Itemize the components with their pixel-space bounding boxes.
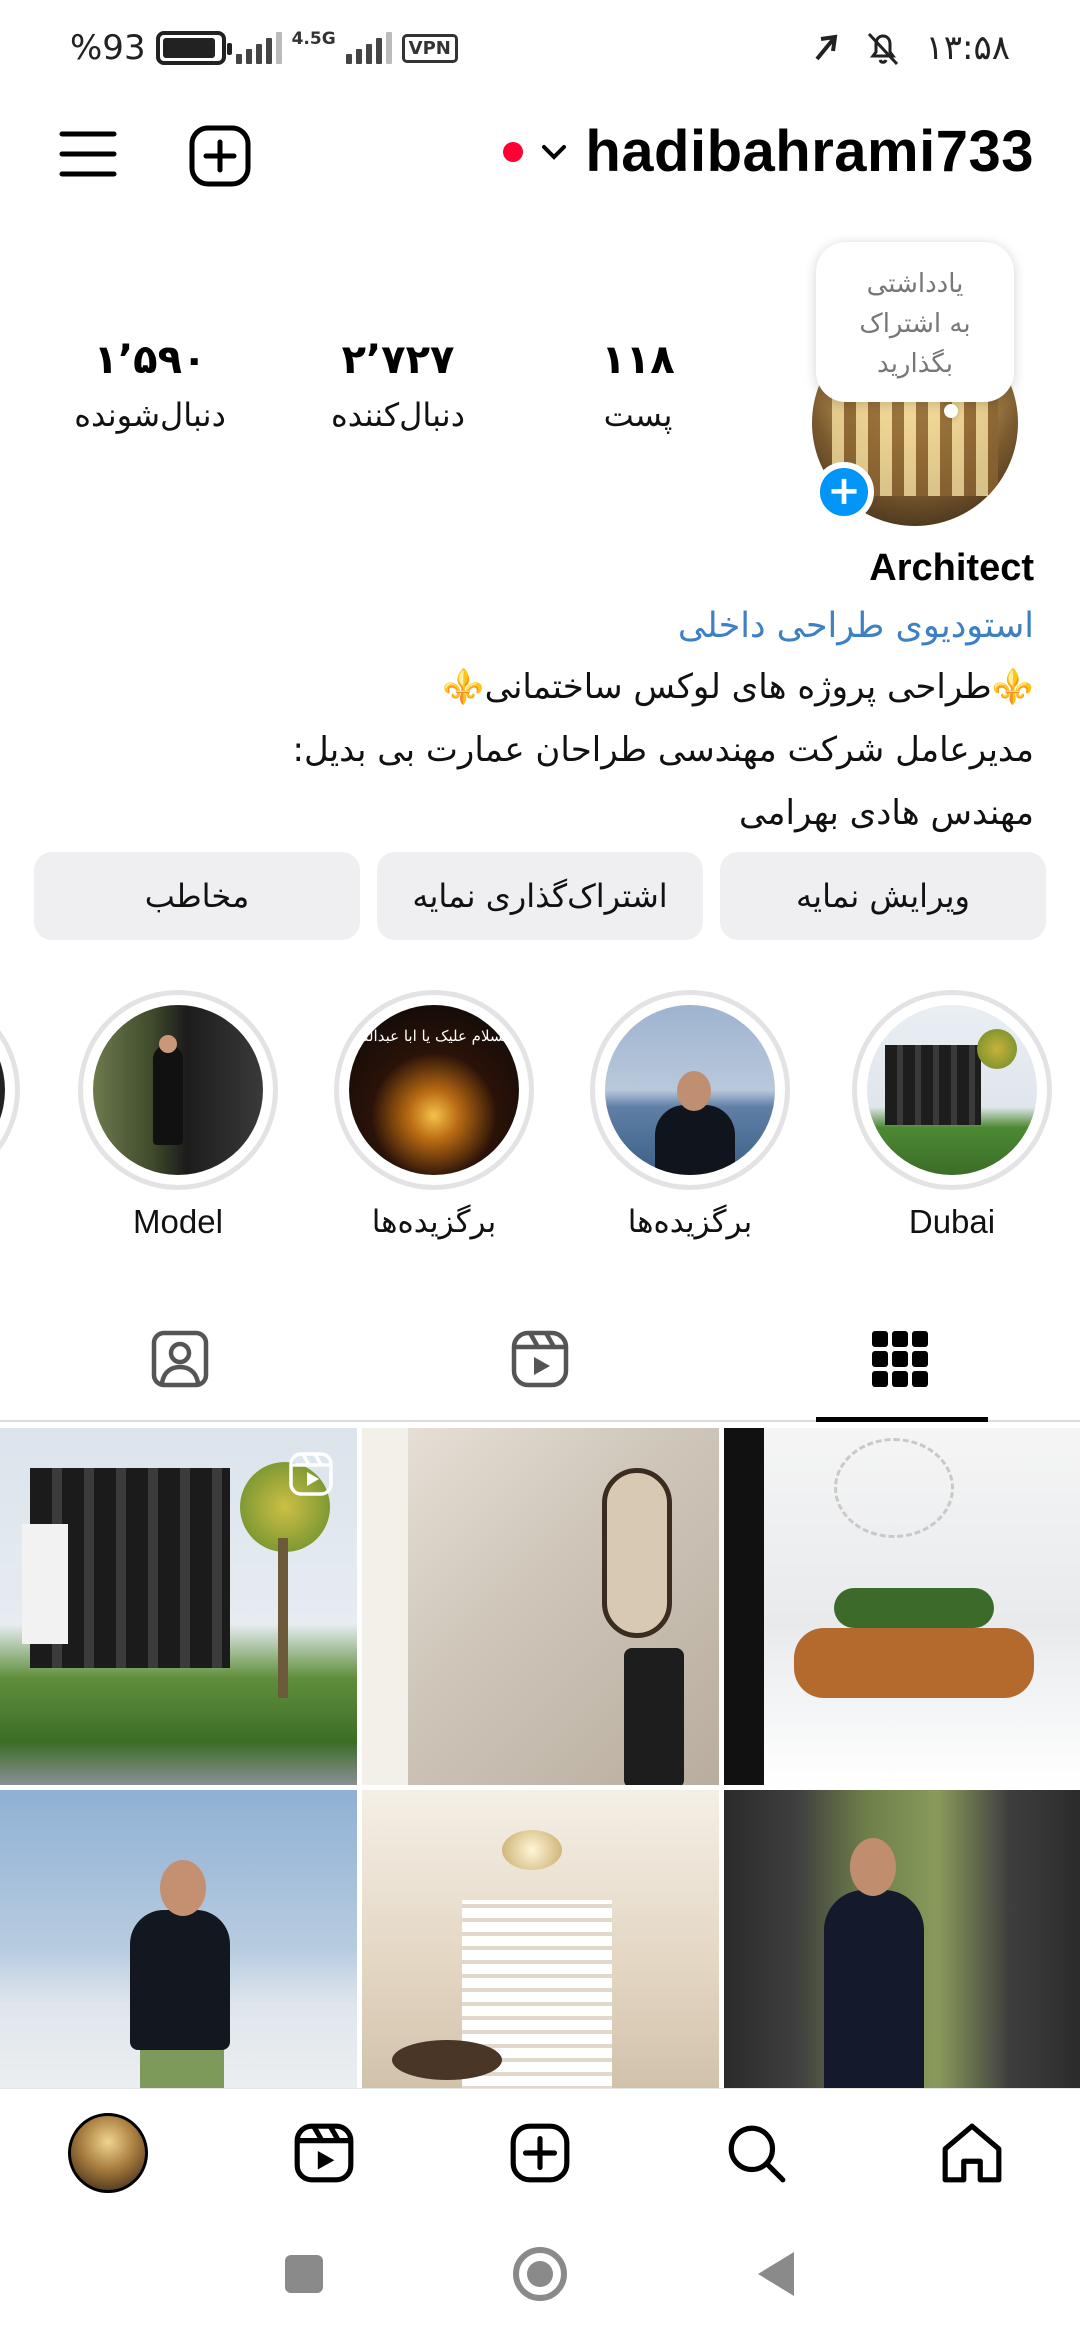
post-thumbnail[interactable] [362, 1790, 719, 2088]
status-right: ۱۳:۵۸ [811, 26, 1010, 70]
battery-percent: %93 [70, 28, 146, 68]
search-icon [728, 2125, 786, 2183]
note-line: بگذارید [877, 349, 953, 379]
profile-bio: Architect استودیوی طراحی داخلی ⚜️طراحی پ… [34, 540, 1035, 845]
profile-avatar-icon [68, 2113, 148, 2193]
nav-home[interactable] [930, 2111, 1014, 2195]
posts-label: پست [603, 396, 673, 434]
tagged-person-icon [151, 1330, 209, 1388]
story-highlights: Model السلام علیک یا ابا عبدالله برگزیده… [0, 990, 1080, 1260]
system-navigation [0, 2212, 1080, 2340]
highlight-image [93, 1005, 263, 1175]
profile-name: Architect [869, 547, 1034, 589]
nav-create[interactable] [498, 2111, 582, 2195]
battery-icon [155, 31, 232, 65]
highlight-label: برگزیده‌ها [371, 1204, 497, 1240]
status-left: %93 4.5G VPN [70, 26, 458, 70]
profile-tabs [0, 1296, 1080, 1422]
create-icon [510, 2123, 570, 2183]
profile-category[interactable]: استودیوی طراحی داخلی [34, 596, 1034, 656]
tab-grid[interactable] [720, 1296, 1080, 1422]
signal-strength-2-icon [345, 32, 392, 64]
create-post-icon[interactable] [188, 124, 252, 188]
highlight-label: برگزیده‌ها [627, 1204, 753, 1240]
contact-button[interactable]: مخاطب [34, 852, 360, 940]
network-type: 4.5G [291, 28, 336, 49]
note-line: به اشتراک [859, 309, 971, 339]
profile-header: hadibahrami733 [0, 96, 1080, 216]
highlight-model[interactable]: Model [78, 990, 278, 1242]
highlight-ring: السلام علیک یا ابا عبدالله [334, 990, 534, 1190]
clock: ۱۳:۵۸ [925, 28, 1010, 68]
notification-dot [503, 141, 524, 162]
vpn-badge: VPN [401, 33, 458, 63]
reel-badge-icon [289, 1452, 333, 1496]
nav-search[interactable] [714, 2111, 798, 2195]
share-profile-button[interactable]: اشتراک‌گذاری نمایه [377, 852, 703, 940]
tab-reels[interactable] [360, 1296, 720, 1422]
highlight-featured-2[interactable]: برگزیده‌ها [590, 990, 790, 1242]
note-bubble-tail [944, 404, 958, 418]
bio-line: ⚜️طراحی پروژه های لوکس ساختمانی⚜️ [442, 667, 1034, 707]
highlight-ring [78, 990, 278, 1190]
reels-icon [294, 2123, 354, 2183]
triangle-back-icon [758, 2252, 794, 2296]
signal-strength-icon [235, 32, 282, 64]
bio-line: مهندس هادی بهرامی [738, 793, 1034, 833]
recents-button[interactable] [272, 2242, 336, 2306]
highlight-image [867, 1005, 1037, 1175]
active-tab-indicator [816, 1417, 988, 1422]
post-thumbnail[interactable] [362, 1428, 719, 1785]
profile-stats: ۱’۵۹۰ دنبال‌شونده ۲’۷۲۷ دنبال‌کننده ۱۱۸ … [40, 330, 740, 450]
highlight-dubai[interactable]: Dubai [852, 990, 1052, 1242]
followers-count: ۲’۷۲۷ [341, 337, 455, 383]
note-line: یادداشتی [866, 269, 964, 299]
highlight-label: Dubai [908, 1203, 996, 1240]
posts-count: ۱۱۸ [601, 337, 675, 383]
chevron-down-icon [542, 144, 567, 160]
highlight-image [605, 1005, 775, 1175]
following-stat[interactable]: ۱’۵۹۰ دنبال‌شونده [40, 330, 260, 440]
post-thumbnail[interactable] [724, 1428, 1080, 1785]
home-button[interactable] [508, 2242, 572, 2306]
username: hadibahrami733 [585, 119, 1034, 184]
square-recents-icon [285, 2255, 323, 2293]
grid-icon [872, 1331, 928, 1387]
post-thumbnail[interactable] [0, 1428, 357, 1785]
battery-level [162, 38, 215, 58]
home-icon [942, 2123, 1002, 2183]
highlight-image: السلام علیک یا ابا عبدالله [349, 1005, 519, 1175]
nav-reels[interactable] [282, 2111, 366, 2195]
bell-muted-icon [868, 32, 899, 66]
post-thumbnail[interactable] [0, 1790, 357, 2088]
following-count: ۱’۵۹۰ [93, 337, 207, 383]
status-bar: %93 4.5G VPN ۱۳:۵۸ [0, 0, 1080, 96]
highlight-ring [852, 990, 1052, 1190]
bio-line: مدیرعامل شرکت مهندسی طراحان عمارت بی بدی… [292, 730, 1035, 770]
profile-actions: مخاطب اشتراک‌گذاری نمایه ویرایش نمایه [34, 852, 1046, 942]
highlight-banner-text: السلام علیک یا ابا عبدالله [355, 1027, 513, 1045]
post-grid [0, 1428, 1080, 2088]
highlight-ring [590, 990, 790, 1190]
bottom-navigation [0, 2088, 1080, 2212]
highlight-label: Model [133, 1203, 223, 1240]
highlight-partial[interactable] [0, 990, 20, 1190]
note-bubble[interactable]: یادداشتی به اشتراک بگذارید [816, 242, 1014, 402]
nav-profile[interactable] [66, 2111, 150, 2195]
followers-stat[interactable]: ۲’۷۲۷ دنبال‌کننده [288, 330, 508, 440]
highlight-featured-1[interactable]: السلام علیک یا ابا عبدالله برگزیده‌ها [334, 990, 534, 1242]
hamburger-menu-icon[interactable] [58, 124, 118, 184]
tab-tagged[interactable] [0, 1296, 360, 1422]
reels-icon [511, 1330, 569, 1388]
posts-stat[interactable]: ۱۱۸ پست [528, 330, 748, 440]
account-switcher[interactable]: hadibahrami733 [503, 118, 1034, 185]
circle-home-icon [513, 2247, 567, 2301]
edit-profile-button[interactable]: ویرایش نمایه [720, 852, 1046, 940]
following-label: دنبال‌شونده [74, 396, 226, 434]
add-story-plus-icon[interactable]: + [814, 462, 874, 522]
nfc-icon [815, 34, 838, 61]
back-button[interactable] [744, 2242, 808, 2306]
followers-label: دنبال‌کننده [331, 396, 465, 434]
post-thumbnail[interactable] [724, 1790, 1080, 2088]
